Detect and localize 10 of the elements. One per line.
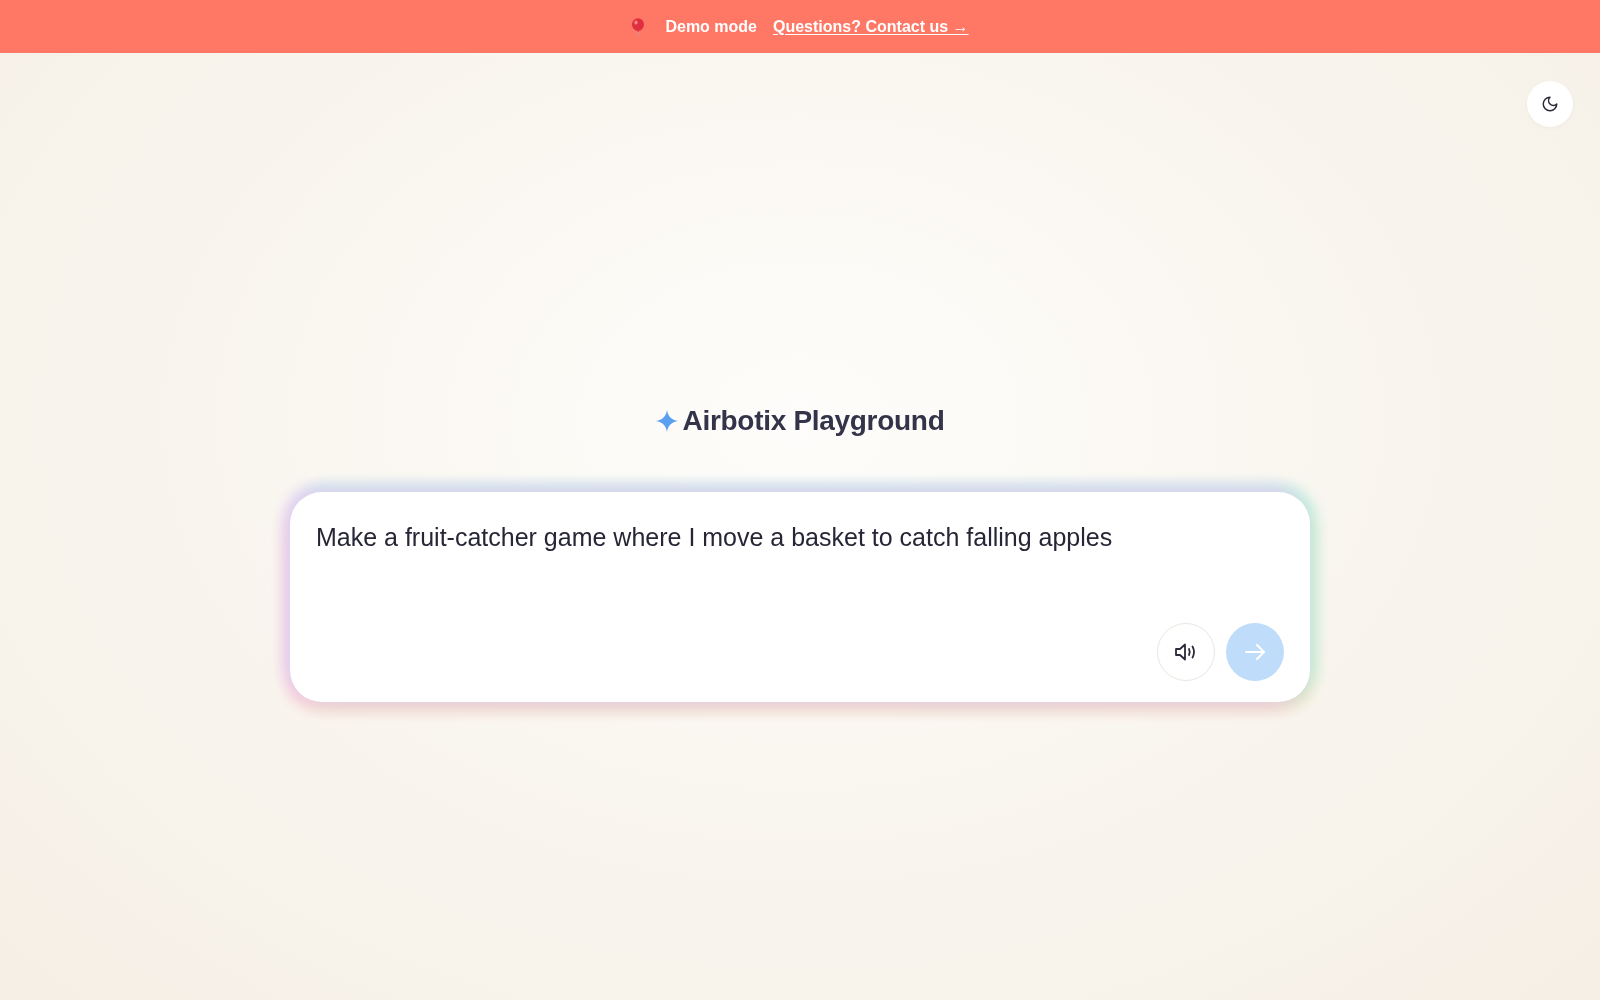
arrow-right-icon: [1244, 643, 1266, 661]
theme-toggle-button[interactable]: [1527, 81, 1573, 127]
sparkle-icon: [655, 410, 678, 432]
prompt-field[interactable]: Make a fruit-catcher game where I move a basket to catch falling apples: [316, 520, 1284, 623]
page-title: Airbotix Playground: [682, 404, 945, 438]
prompt-input-box[interactable]: Make a fruit-catcher game where I move a basket to catch falling apples: [290, 492, 1310, 702]
speaker-icon: [1174, 642, 1198, 662]
moon-icon: [1541, 95, 1559, 113]
demo-mode-label: Demo mode: [665, 16, 757, 37]
balloon-icon: [631, 17, 646, 36]
